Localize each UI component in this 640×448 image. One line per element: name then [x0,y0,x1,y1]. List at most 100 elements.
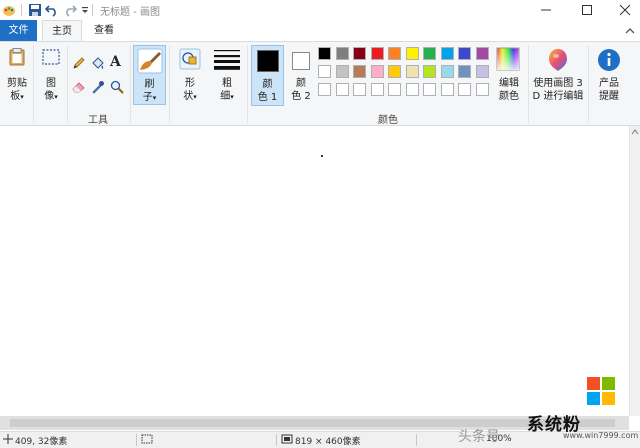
palette-swatch[interactable] [440,83,454,96]
group-separator [130,45,131,123]
image-size: 819 × 460像素 [295,437,361,447]
size-label-bottom-text: 细 [220,91,231,102]
dropdown-arrow-icon: ▾ [230,93,234,101]
cursor-position-icon [3,434,13,444]
palette-swatch[interactable] [458,83,471,96]
close-button[interactable] [610,0,640,20]
palette-swatch[interactable] [370,47,384,60]
undo-icon[interactable] [45,3,59,17]
maximize-button[interactable] [572,0,602,20]
ribbon-tab-bar: 文件 主页 查看 [0,20,640,42]
product-alert-button[interactable]: 产品 提醒 [592,45,626,107]
shapes-button[interactable]: 形 状▾ [173,45,207,107]
palette-swatch[interactable] [405,47,419,60]
palette-swatch[interactable] [423,83,436,96]
image-size-icon [281,434,293,444]
palette-swatch[interactable] [440,65,454,78]
image-button[interactable]: 图 像▾ [36,45,66,107]
paint3d-button[interactable]: 使用画图 3 D 进行编辑 [531,45,585,107]
palette-swatch[interactable] [405,65,419,78]
ribbon-collapse-icon[interactable] [623,24,637,38]
dropdown-arrow-icon: ▾ [54,93,58,101]
dropdown-arrow-icon: ▾ [20,93,24,101]
palette-swatch[interactable] [318,47,331,60]
minimize-button[interactable] [531,0,561,20]
image-label-bottom-text: 像 [44,91,55,102]
palette-swatch[interactable] [370,65,384,78]
palette-swatch[interactable] [388,83,401,96]
dropdown-arrow-icon: ▾ [152,94,157,102]
paint3d-label: 使用画图 3 [533,78,583,89]
palette-swatch[interactable] [458,47,471,60]
paint-app-icon[interactable] [2,3,16,17]
palette-swatch[interactable] [353,65,366,78]
brushes-label-bottom: 子▾ [134,91,165,105]
tab-view[interactable]: 查看 [86,20,122,41]
color1-label: 颜 [262,79,273,90]
clipboard-button[interactable]: 剪贴 板▾ [2,45,32,107]
tools-group-label: 工具 [88,115,108,126]
palette-swatch[interactable] [335,83,349,96]
tab-home[interactable]: 主页 [42,20,82,42]
horizontal-scroll-thumb[interactable] [10,419,615,427]
group-separator [169,45,170,123]
image-label: 图 [46,78,56,89]
palette-swatch[interactable] [318,83,331,96]
status-separator [136,434,137,446]
palette-swatch[interactable] [370,83,384,96]
palette-swatch[interactable] [423,65,436,78]
color1-button[interactable]: 颜 色 1 [251,45,284,106]
brushes-label-bottom-text: 子 [142,92,153,103]
windows-logo-icon [586,376,616,406]
palette-swatch[interactable] [388,47,401,60]
palette-swatch[interactable] [335,47,349,60]
group-separator [33,45,34,123]
palette-swatch[interactable] [475,83,489,96]
brushes-label: 刷 [144,79,155,90]
color-picker-icon[interactable] [91,80,105,94]
clipboard-label-bottom: 板▾ [2,90,32,104]
vertical-scrollbar[interactable] [629,126,640,416]
colors-group-label: 颜色 [378,115,398,126]
edit-colors-button[interactable]: 编辑 颜色 [494,45,524,107]
toutiao-watermark: 头条号 [458,429,500,445]
window-title: 无标题 - 画图 [100,7,160,18]
palette-swatch[interactable] [318,65,331,78]
shapes-label: 形 [185,78,195,89]
pencil-icon[interactable] [72,56,86,70]
magnifier-icon[interactable] [110,80,124,94]
brushes-button[interactable]: 刷 子▾ [133,45,166,105]
palette-swatch[interactable] [458,65,471,78]
clipboard-label: 剪贴 [7,78,27,89]
palette-swatch[interactable] [423,47,436,60]
save-icon[interactable] [28,3,42,17]
palette-swatch[interactable] [440,47,454,60]
group-separator [528,45,529,123]
fill-bucket-icon[interactable] [91,56,105,70]
color1-swatch [257,50,279,72]
text-icon[interactable]: A [110,54,124,70]
size-button[interactable]: 粗 细▾ [210,45,244,107]
palette-swatch[interactable] [388,65,401,78]
image-label-bottom: 像▾ [36,90,66,104]
cursor-position: 409, 32像素 [15,437,68,447]
group-separator [67,45,68,123]
shapes-label-bottom: 状▾ [173,90,207,104]
status-separator [416,434,417,446]
drawing-canvas[interactable] [0,126,640,431]
status-separator [276,434,277,446]
eraser-icon[interactable] [72,80,86,94]
dropdown-arrow-icon: ▾ [193,93,197,101]
paint3d-label-bottom: D 进行编辑 [532,91,584,102]
scroll-up-icon[interactable] [631,128,639,136]
palette-swatch[interactable] [475,65,489,78]
selection-size-icon [141,434,153,444]
palette-swatch[interactable] [353,83,366,96]
color2-button[interactable]: 颜 色 2 [287,45,315,106]
palette-swatch[interactable] [405,83,419,96]
tab-file[interactable]: 文件 [0,20,37,41]
palette-swatch[interactable] [335,65,349,78]
palette-swatch[interactable] [475,47,489,60]
redo-icon[interactable] [63,3,77,17]
palette-swatch[interactable] [353,47,366,60]
